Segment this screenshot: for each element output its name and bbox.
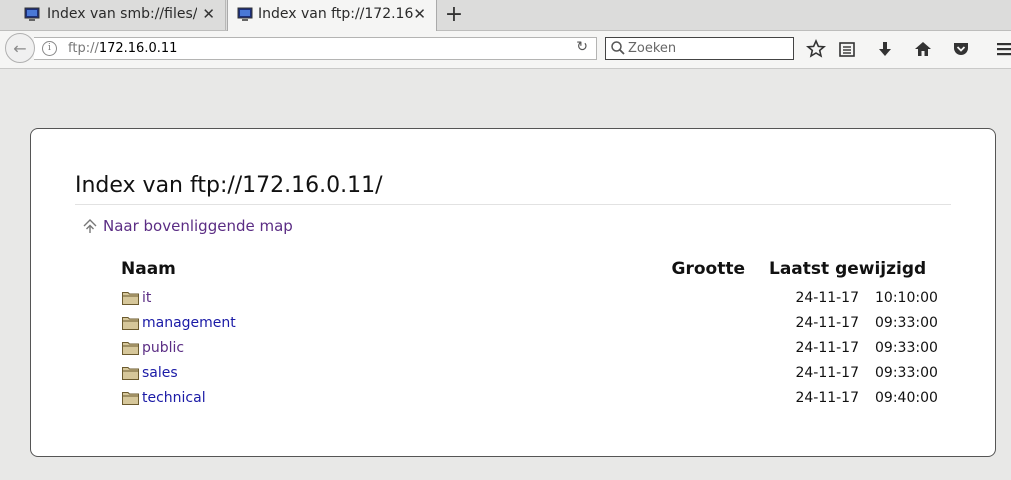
table-header-row: Naam Grootte Laatst gewijzigd	[119, 257, 938, 285]
close-icon[interactable]: ✕	[413, 5, 426, 23]
monitor-icon	[24, 7, 40, 21]
up-arrow-icon	[83, 219, 97, 233]
file-time: 09:40:00	[875, 389, 938, 406]
file-date: 24-11-17	[795, 364, 859, 381]
folder-icon	[122, 341, 139, 355]
file-date: 24-11-17	[795, 289, 859, 306]
home-icon[interactable]	[913, 39, 933, 59]
search-input[interactable]	[628, 40, 788, 57]
file-date: 24-11-17	[795, 389, 859, 406]
file-size	[639, 310, 769, 335]
folder-link[interactable]: technical	[142, 390, 206, 406]
column-header-name[interactable]: Naam	[119, 257, 639, 285]
parent-directory-text[interactable]: Naar bovenliggende map	[103, 217, 293, 235]
folder-link[interactable]: sales	[142, 365, 178, 381]
tab-strip: Index van smb://files/ ✕ Index van ftp:/…	[0, 0, 1011, 31]
table-row: sales 24-11-17 09:33:00	[119, 360, 938, 385]
file-size	[639, 385, 769, 410]
folder-icon	[122, 316, 139, 330]
tab-ftp-index[interactable]: Index van ftp://172.16... ✕	[227, 0, 437, 31]
search-icon	[611, 41, 625, 55]
folder-link[interactable]: it	[142, 290, 151, 306]
parent-directory-link[interactable]: Naar bovenliggende map	[81, 217, 293, 235]
file-size	[639, 360, 769, 385]
file-date: 24-11-17	[795, 314, 859, 331]
table-row: it 24-11-17 10:10:00	[119, 285, 938, 310]
file-size	[639, 335, 769, 360]
folder-link[interactable]: public	[142, 340, 184, 356]
file-listing-table: Naam Grootte Laatst gewijzigd it 24-11-1…	[119, 257, 938, 410]
table-row: management 24-11-17 09:33:00	[119, 310, 938, 335]
table-row: technical 24-11-17 09:40:00	[119, 385, 938, 410]
monitor-icon	[237, 7, 253, 21]
tab-title: Index van smb://files/	[47, 6, 198, 22]
navigation-bar: i ftp://172.16.0.11 ↻ ←	[0, 31, 1011, 69]
star-icon[interactable]	[806, 39, 826, 59]
file-time: 09:33:00	[875, 364, 938, 381]
page-title: Index van ftp://172.16.0.11/	[75, 173, 951, 205]
folder-icon	[122, 366, 139, 380]
reload-icon[interactable]: ↻	[576, 39, 588, 55]
file-time: 09:33:00	[875, 314, 938, 331]
search-box[interactable]	[605, 37, 794, 60]
folder-link[interactable]: management	[142, 315, 236, 331]
info-icon[interactable]: i	[42, 41, 57, 56]
table-row: public 24-11-17 09:33:00	[119, 335, 938, 360]
folder-icon	[122, 291, 139, 305]
file-time: 09:33:00	[875, 339, 938, 356]
file-time: 10:10:00	[875, 289, 938, 306]
file-size	[639, 285, 769, 310]
tab-title: Index van ftp://172.16...	[258, 6, 413, 22]
url-text[interactable]: ftp://172.16.0.11	[68, 41, 177, 56]
pocket-icon[interactable]	[951, 39, 971, 59]
back-arrow-icon[interactable]: ←	[5, 33, 35, 63]
menu-icon[interactable]	[995, 39, 1011, 59]
plus-icon[interactable]: +	[444, 2, 464, 27]
reading-list-icon[interactable]	[837, 39, 857, 59]
folder-icon	[122, 391, 139, 405]
file-date: 24-11-17	[795, 339, 859, 356]
tab-smb-files[interactable]: Index van smb://files/ ✕	[0, 0, 226, 30]
download-icon[interactable]	[875, 39, 895, 59]
close-icon[interactable]: ✕	[202, 5, 215, 23]
url-bar[interactable]: i ftp://172.16.0.11 ↻	[34, 37, 597, 60]
column-header-size[interactable]: Grootte	[639, 257, 769, 285]
column-header-modified[interactable]: Laatst gewijzigd	[769, 257, 938, 285]
directory-listing-card: Index van ftp://172.16.0.11/ Naar bovenl…	[30, 128, 996, 457]
